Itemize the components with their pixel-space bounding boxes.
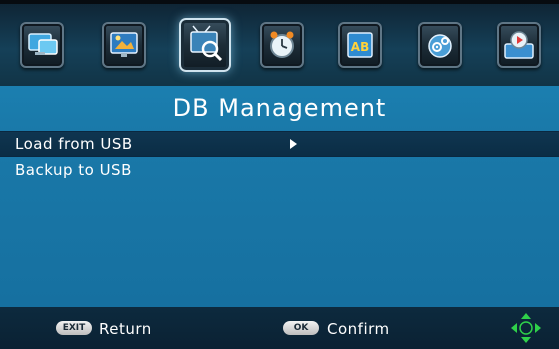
monitor-icon[interactable] <box>20 22 64 68</box>
confirm-hint-label: Confirm <box>327 320 390 338</box>
picture-icon[interactable] <box>102 22 146 68</box>
return-hint-label: Return <box>99 320 152 338</box>
page-title: DB Management <box>172 94 387 122</box>
menu-list: Load from USB Backup to USB <box>0 130 559 307</box>
key-hint-bar: EXIT Return OK Confirm <box>0 307 559 349</box>
menu-item-backup-to-usb[interactable]: Backup to USB <box>0 158 559 182</box>
menu-item-load-from-usb[interactable]: Load from USB <box>0 131 559 157</box>
tv-menu-screen: AB DB Management Load from USB Backup to… <box>0 0 559 349</box>
clock-icon[interactable] <box>260 22 304 68</box>
ok-key-badge: OK <box>283 321 319 335</box>
svg-text:AB: AB <box>351 40 369 54</box>
main-menu-icon-bar: AB <box>0 0 559 86</box>
usb-media-icon[interactable] <box>497 22 541 68</box>
exit-key-badge: EXIT <box>56 321 92 335</box>
settings-icon[interactable] <box>418 22 462 68</box>
menu-item-label: Load from USB <box>15 135 133 153</box>
menu-item-label: Backup to USB <box>15 161 132 179</box>
title-band: DB Management <box>0 86 559 130</box>
navigation-dpad-icon <box>511 313 541 343</box>
right-arrow-icon <box>290 139 297 149</box>
language-icon[interactable]: AB <box>338 22 382 68</box>
channel-search-icon[interactable] <box>179 18 231 72</box>
